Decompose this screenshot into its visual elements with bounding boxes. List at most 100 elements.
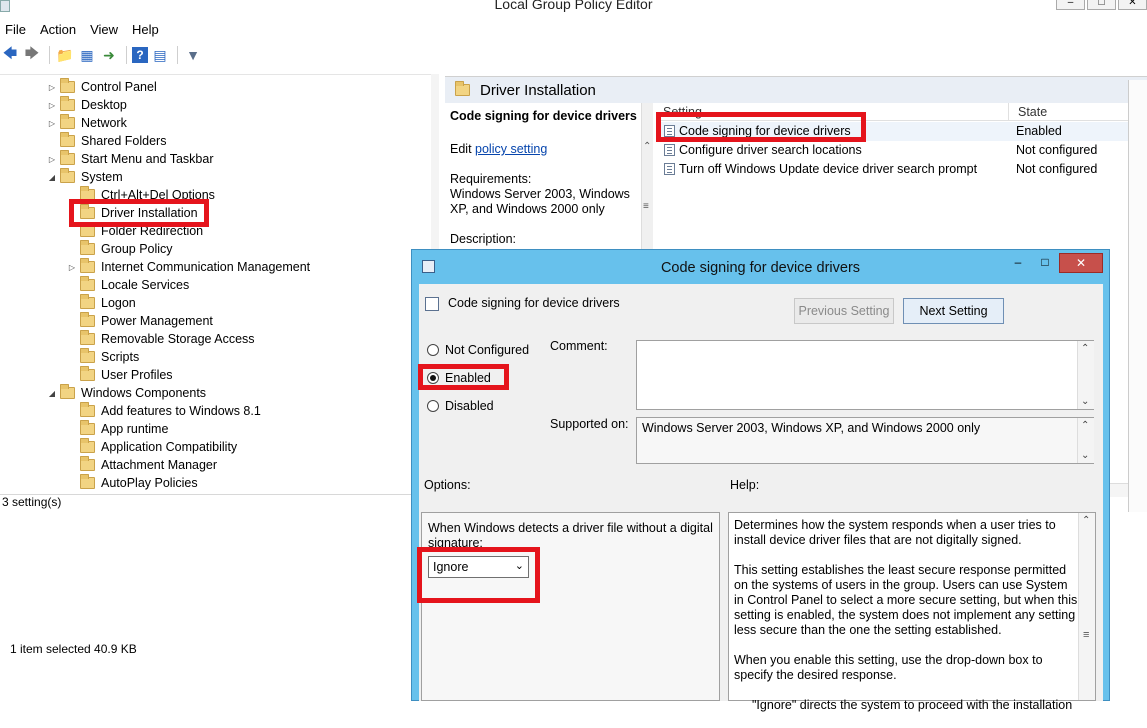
menu-view[interactable]: View [85, 20, 127, 40]
tree-item[interactable]: ▷ Internet Communication Management [67, 258, 310, 276]
policy-row[interactable]: Turn off Windows Update device driver se… [656, 160, 1147, 179]
tree-item-label: App runtime [101, 422, 169, 436]
minimize-button[interactable]: – [1056, 0, 1085, 10]
tree-item[interactable]: Driver Installation [67, 204, 198, 222]
help-paragraph: "Ignore" directs the system to proceed w… [752, 698, 1073, 712]
scroll-up-icon[interactable]: ⌃ [1082, 515, 1090, 526]
radio-not-configured[interactable]: Not Configured [427, 343, 529, 357]
expand-arrow-icon[interactable]: ▷ [47, 155, 57, 164]
menu-bar: File Action View Help [0, 20, 1147, 40]
help-scrollbar[interactable]: ⌃ ≡ [1078, 513, 1095, 700]
expand-arrow-icon[interactable]: ▷ [47, 101, 57, 110]
policy-row[interactable]: Configure driver search locations Not con… [656, 141, 1147, 160]
help-icon[interactable]: ? [132, 47, 148, 63]
tree-item[interactable]: Add features to Windows 8.1 [67, 402, 261, 420]
tree-item-label: Scripts [101, 350, 140, 364]
forward-arrow-icon[interactable]: 🡆 [22, 45, 42, 64]
tree-item[interactable]: Group Policy [67, 240, 173, 258]
tree-item[interactable]: Logon [67, 294, 136, 312]
radio-disabled[interactable]: Disabled [427, 399, 494, 413]
policy-row[interactable]: Code signing for device drivers Enabled [656, 122, 1147, 141]
dialog-minimize-button[interactable]: – [1005, 253, 1031, 273]
policy-state: Not configured [1016, 162, 1098, 176]
radio-label: Not Configured [445, 343, 530, 357]
tree-item-label: Shared Folders [81, 134, 167, 148]
maximize-button[interactable]: □ [1087, 0, 1116, 10]
tree-item[interactable]: Ctrl+Alt+Del Options [67, 186, 215, 204]
radio-circle[interactable] [427, 400, 439, 412]
tree-item[interactable]: ▷ Start Menu and Taskbar [47, 150, 213, 168]
tree-item-label: Network [81, 116, 127, 130]
scroll-down-icon[interactable]: ⌄ [1081, 396, 1089, 407]
close-button[interactable]: ✕ [1118, 0, 1147, 10]
expand-arrow-icon[interactable]: ▷ [47, 119, 57, 128]
dialog-close-button[interactable]: ✕ [1059, 253, 1103, 273]
supported-scrollbar[interactable]: ⌃ ⌄ [1077, 418, 1094, 463]
options-label: Options: [424, 478, 471, 492]
policy-setting-link[interactable]: policy setting [475, 142, 547, 156]
policy-state: Not configured [1016, 143, 1098, 157]
tree-item[interactable]: Scripts [67, 348, 139, 366]
filter-icon[interactable]: ▼ [183, 46, 203, 64]
folder-icon [80, 240, 95, 255]
tree-item-label: Folder Redirection [101, 224, 204, 238]
tree-item[interactable]: User Profiles [67, 366, 173, 384]
category-title: Driver Installation [480, 81, 596, 99]
menu-action[interactable]: Action [35, 20, 85, 40]
tree-item[interactable]: AutoPlay Policies [67, 474, 198, 490]
scroll-grip-icon[interactable]: ≡ [643, 201, 649, 212]
driver-signing-response-select[interactable]: Ignore ⌄ [428, 556, 529, 578]
expand-arrow-icon[interactable]: ▷ [67, 263, 77, 272]
menu-help[interactable]: Help [127, 20, 168, 40]
tree-item[interactable]: ▷ Network [47, 114, 127, 132]
scroll-down-icon[interactable]: ⌄ [1081, 450, 1089, 461]
show-hide-tree-icon[interactable]: ▦ [77, 46, 97, 64]
collapse-arrow-icon[interactable]: ◢ [47, 389, 57, 398]
back-arrow-icon[interactable]: 🡄 [0, 45, 20, 64]
up-folder-icon[interactable]: 📁 [55, 46, 75, 64]
tree-item[interactable]: Locale Services [67, 276, 189, 294]
tree-item[interactable]: ◢ Windows Components [47, 384, 206, 402]
tree-item-label: Ctrl+Alt+Del Options [101, 188, 215, 202]
folder-icon [80, 312, 95, 327]
comment-textarea[interactable] [636, 340, 1094, 410]
window-title: Local Group Policy Editor [494, 0, 653, 12]
folder-icon [455, 81, 470, 96]
description-title: Code signing for device drivers [450, 109, 637, 123]
radio-enabled[interactable]: Enabled [427, 371, 491, 385]
tree-item[interactable]: ▷ Control Panel [47, 78, 157, 96]
tree-item[interactable]: Shared Folders [47, 132, 166, 150]
next-setting-button[interactable]: Next Setting [903, 298, 1004, 324]
folder-icon [60, 168, 75, 183]
category-header: Driver Installation [445, 77, 1147, 103]
scroll-up-icon[interactable]: ⌃ [1081, 420, 1089, 431]
tree-item[interactable]: Power Management [67, 312, 213, 330]
policy-setting-icon [664, 163, 675, 175]
column-header-setting[interactable]: Setting [663, 105, 702, 119]
policy-state: Enabled [1016, 124, 1062, 138]
tree-item[interactable]: Removable Storage Access [67, 330, 255, 348]
column-header-state[interactable]: State [1008, 103, 1147, 121]
tree-item[interactable]: App runtime [67, 420, 168, 438]
scroll-grip-icon[interactable]: ≡ [1083, 629, 1089, 641]
tree-item-label: Add features to Windows 8.1 [101, 404, 261, 418]
menu-file[interactable]: File [0, 20, 35, 40]
tree-item[interactable]: Application Compatibility [67, 438, 237, 456]
radio-circle[interactable] [427, 344, 439, 356]
expand-arrow-icon[interactable]: ▷ [47, 83, 57, 92]
export-list-icon[interactable]: ➜ [99, 46, 119, 64]
title-bar: Local Group Policy Editor – □ ✕ [0, 0, 1147, 16]
tree-item[interactable]: Attachment Manager [67, 456, 217, 474]
comment-scrollbar[interactable]: ⌃ ⌄ [1077, 341, 1094, 409]
collapse-arrow-icon[interactable]: ◢ [47, 173, 57, 182]
scroll-up-icon[interactable]: ⌃ [1081, 343, 1089, 354]
radio-circle-selected[interactable] [427, 372, 439, 384]
dialog-maximize-button[interactable]: □ [1032, 253, 1058, 273]
properties-pane-icon[interactable]: ▤ [150, 46, 170, 64]
scroll-up-icon[interactable]: ⌃ [643, 141, 651, 152]
previous-setting-button[interactable]: Previous Setting [794, 298, 894, 324]
tree-item[interactable]: ◢ System [47, 168, 123, 186]
tree-item[interactable]: ▷ Desktop [47, 96, 127, 114]
supported-on-field: Windows Server 2003, Windows XP, and Win… [636, 417, 1094, 464]
tree-item[interactable]: Folder Redirection [67, 222, 203, 240]
